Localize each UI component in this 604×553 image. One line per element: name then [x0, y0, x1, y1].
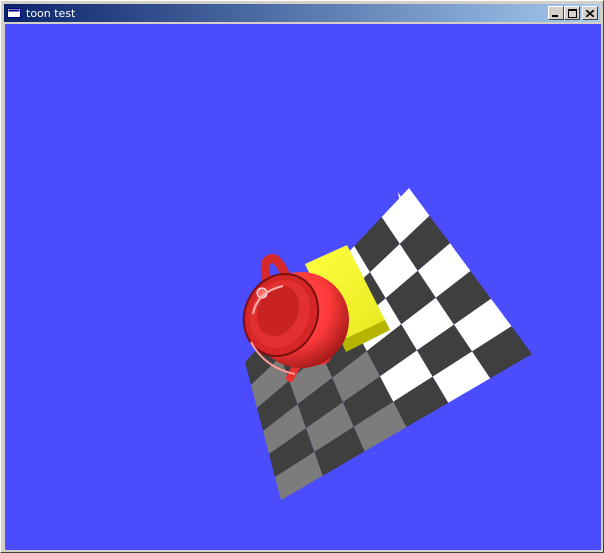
- close-icon: [586, 9, 594, 17]
- title-bar[interactable]: toon test: [4, 4, 600, 22]
- app-window: toon test: [0, 0, 604, 553]
- minimize-icon: [552, 14, 558, 17]
- maximize-icon: [567, 8, 577, 18]
- scene-render: [242, 188, 532, 500]
- minimize-button[interactable]: [548, 6, 564, 20]
- close-button[interactable]: [582, 6, 598, 20]
- maximize-button[interactable]: [564, 6, 580, 20]
- opengl-viewport[interactable]: [5, 24, 601, 550]
- window-title: toon test: [26, 6, 76, 20]
- application-window-icon[interactable]: [6, 6, 22, 20]
